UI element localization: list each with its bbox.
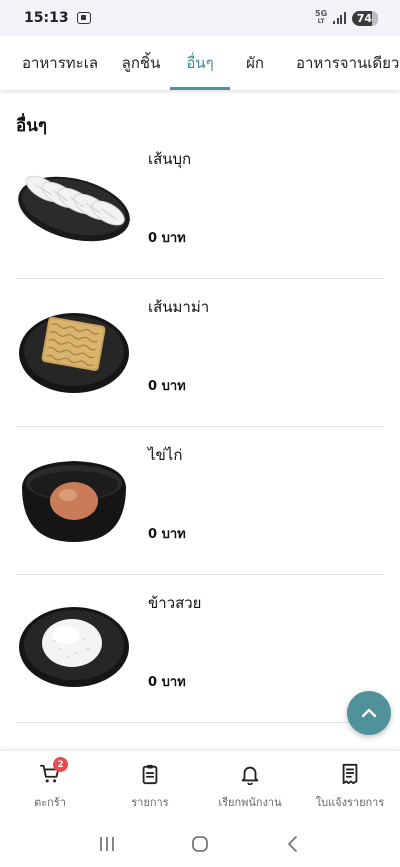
network-subtype: LT [317,18,325,25]
item-name: ข้าวสวย [148,594,202,612]
bell-icon-wrap [239,763,261,786]
scroll-to-top-button[interactable] [347,691,391,735]
signal-icon [333,12,346,24]
tab-label: ลูกชิ้น [121,54,161,72]
screen-record-icon [76,12,91,24]
menu-item[interactable]: ข้าวสวย 0 บาท [16,575,384,723]
menu-item[interactable]: ไข่ไก่ 0 บาท [16,427,384,575]
nav-label: เรียกพนักงาน [218,796,282,809]
tab-single-dish[interactable]: อาหารจานเดียว [286,36,400,90]
system-nav-bar [0,820,400,867]
nav-orders[interactable]: รายการ [100,751,200,820]
clipboard-icon-wrap [139,763,161,785]
status-indicators: 5G LT 74 [315,10,379,26]
item-price: 0 บาท [148,231,186,246]
steamed-rice-image [19,607,129,687]
chevron-up-icon [361,708,377,718]
menu-content: อื่นๆ เส้นบุก 0 บาท เส้นมาม่า 0 บาท ไข่ไ… [0,90,400,750]
item-price: 0 บาท [148,675,186,690]
receipt-icon-wrap [339,763,361,785]
menu-item[interactable]: เส้นบุก 0 บาท [16,131,384,279]
item-name: เส้นมาม่า [148,298,210,316]
item-price: 0 บาท [148,527,186,542]
cart-icon-wrap: 2 [39,757,68,785]
item-price: 0 บาท [148,379,186,394]
tab-label: ผัก [246,54,264,72]
bell-icon [241,766,259,786]
clipboard-icon [142,764,158,785]
tab-vegetables[interactable]: ผัก [234,36,276,90]
egg-image [22,461,126,542]
instant-noodles-image [19,313,129,393]
bottom-nav: 2 ตะกร้า รายการ เรียกพนักงาน ใบแจ้งรายกา… [0,750,400,820]
menu-item-partial[interactable] [16,723,384,750]
receipt-icon [342,763,358,785]
item-name: เส้นบุก [148,150,192,168]
network-indicator: 5G LT [315,10,327,26]
tab-label: อาหารจานเดียว [296,54,400,72]
nav-label: ใบแจ้งรายการ [315,796,385,809]
nav-label: ตะกร้า [34,796,66,809]
tab-meatballs[interactable]: ลูกชิ้น [112,36,170,90]
home-icon[interactable] [190,834,210,854]
recent-apps-icon[interactable] [97,835,117,853]
nav-cart[interactable]: 2 ตะกร้า [0,751,100,820]
category-tabs: อาหารทะเล ลูกชิ้น อื่นๆ ผัก อาหารจานเดีย… [0,36,400,90]
cart-badge: 2 [53,757,68,772]
tab-label: อื่นๆ [186,54,214,72]
nav-call-staff[interactable]: เรียกพนักงาน [200,751,300,820]
status-bar: 15:13 5G LT 74 [0,0,400,36]
tab-others[interactable]: อื่นๆ [170,36,230,90]
konjac-noodles-image [18,175,130,242]
tab-seafood[interactable]: อาหารทะเล [8,36,112,90]
back-icon[interactable] [283,834,303,854]
status-time: 15:13 [24,10,69,26]
network-type: 5G [315,9,328,18]
item-name: ไข่ไก่ [148,446,183,464]
tab-label: อาหารทะเล [21,54,99,72]
nav-receipt[interactable]: ใบแจ้งรายการ [300,751,400,820]
menu-item[interactable]: เส้นมาม่า 0 บาท [16,279,384,427]
nav-label: รายการ [131,796,169,809]
battery-icon: 74 [351,10,379,26]
